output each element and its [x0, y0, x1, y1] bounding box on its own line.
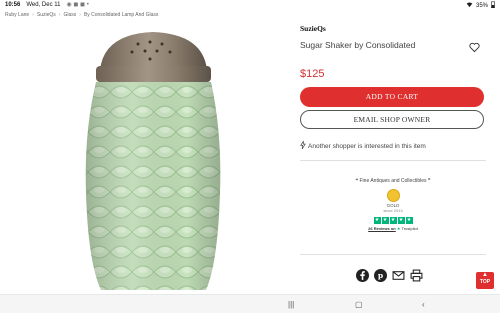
divider [300, 254, 486, 255]
share-icons: p [356, 269, 423, 282]
reviews-count[interactable]: 26 Reviews on [368, 226, 396, 231]
breadcrumb-item[interactable]: SuzieQs [37, 12, 56, 18]
facebook-icon[interactable] [356, 269, 369, 282]
star-icon: ★ [373, 217, 381, 224]
trustpilot-stars[interactable]: ★ ★ ★ ★ ★ [300, 217, 486, 224]
star-icon: ★ [397, 217, 405, 224]
star-icon: ★ [405, 217, 413, 224]
wifi-icon [466, 2, 473, 10]
breadcrumb-item[interactable]: Ruby Lane [5, 12, 29, 18]
breadcrumb-item[interactable]: By Consolidated Lamp And Glass [84, 12, 159, 18]
pinterest-icon[interactable]: p [374, 269, 387, 282]
trustpilot-star-icon: ★ [396, 226, 401, 231]
svg-text:p: p [378, 271, 383, 280]
print-icon[interactable] [410, 269, 423, 282]
breadcrumb-item[interactable]: Glass [63, 12, 76, 18]
star-icon: ★ [381, 217, 389, 224]
gold-badge-icon [386, 189, 400, 202]
status-date: Wed, Dec 11 [26, 1, 61, 8]
product-title: Sugar Shaker by Consolidated [300, 40, 416, 50]
email-icon[interactable] [392, 269, 405, 282]
favorite-heart-icon[interactable] [469, 40, 480, 53]
interest-text: Another shopper is interested in this it… [308, 142, 426, 150]
dealer-section: ❝ Fine Antiques and Collectibles ❞ GOLD … [300, 178, 486, 231]
back-to-top-button[interactable]: ▲ TOP [476, 272, 494, 289]
product-info-panel: SuzieQs Sugar Shaker by Consolidated $12… [300, 24, 486, 161]
product-price: $125 [300, 68, 325, 80]
top-label: TOP [479, 279, 491, 285]
email-shop-owner-button[interactable]: EMAIL SHOP OWNER [300, 110, 484, 129]
home-icon[interactable]: ▢ [355, 300, 363, 309]
add-to-cart-button[interactable]: ADD TO CART [300, 87, 484, 107]
status-time: 10:56 [5, 1, 21, 8]
battery-level: 35% [475, 2, 488, 9]
interest-notice: Another shopper is interested in this it… [300, 140, 486, 151]
trustpilot-reviews[interactable]: 26 Reviews on ★ Trustpilot [300, 226, 486, 231]
star-icon: ★ [389, 217, 397, 224]
product-image[interactable] [0, 22, 283, 294]
recent-apps-icon[interactable]: ||| [288, 300, 294, 309]
battery-icon [491, 1, 496, 10]
trustpilot-label: Trustpilot [401, 226, 418, 231]
badge-since: since 2013 [383, 208, 403, 213]
breadcrumb: Ruby Lane › SuzieQs › Glass › By Consoli… [5, 12, 159, 18]
status-bar: 10:56 Wed, Dec 11 ◉ ◼ ◼ • 35% [0, 0, 500, 10]
system-nav-bar: ||| ▢ ‹ [0, 294, 500, 313]
back-icon[interactable]: ‹ [422, 300, 425, 309]
divider [300, 160, 486, 161]
lightning-icon [300, 140, 306, 151]
shop-name[interactable]: SuzieQs [300, 24, 486, 33]
up-arrow-icon: ▲ [482, 272, 488, 278]
dealer-tagline: ❝ Fine Antiques and Collectibles ❞ [355, 178, 431, 184]
notification-icons: ◉ ◼ ◼ • [66, 2, 89, 8]
